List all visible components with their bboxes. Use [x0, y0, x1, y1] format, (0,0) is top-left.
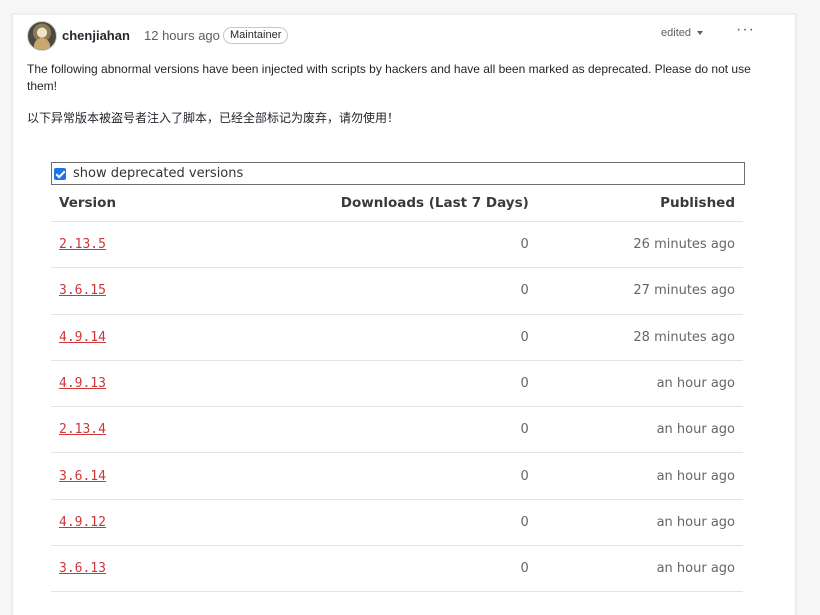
avatar[interactable]	[27, 21, 57, 51]
version-link[interactable]: 2.13.4	[59, 422, 106, 437]
comment-timestamp[interactable]: 12 hours ago	[144, 28, 220, 43]
versions-panel: show deprecated versions Version Downloa…	[51, 162, 745, 593]
table-row: 2.13.5 0 26 minutes ago	[51, 221, 743, 269]
table-row: 4.9.12 0 an hour ago	[51, 499, 743, 547]
downloads-cell: 0	[179, 452, 537, 500]
downloads-cell: 0	[179, 314, 537, 361]
downloads-cell: 0	[179, 267, 537, 315]
downloads-cell: 0	[179, 545, 537, 593]
downloads-cell: 0	[179, 360, 537, 408]
comment-header: chenjiahan 12 hours ago Maintainer edite…	[27, 19, 777, 51]
table-header-row: Version Downloads (Last 7 Days) Publishe…	[51, 185, 743, 222]
chevron-down-icon	[697, 31, 703, 36]
column-header-version: Version	[51, 185, 180, 222]
column-header-published: Published	[536, 185, 743, 222]
downloads-cell: 0	[179, 221, 537, 269]
checkbox-checked-icon[interactable]	[54, 167, 66, 180]
published-cell: an hour ago	[536, 545, 743, 593]
comment-card: chenjiahan 12 hours ago Maintainer edite…	[12, 14, 796, 615]
maintainer-badge: Maintainer	[223, 27, 289, 44]
table-row: 3.6.14 0 an hour ago	[51, 452, 743, 500]
published-cell: 27 minutes ago	[536, 267, 743, 315]
version-link[interactable]: 4.9.14	[59, 330, 106, 345]
published-cell: 28 minutes ago	[536, 314, 743, 361]
table-row: 3.6.13 0 an hour ago	[51, 545, 743, 593]
version-link[interactable]: 4.9.13	[59, 376, 106, 391]
comment-message-zh: 以下异常版本被盗号者注入了脚本，已经全部标记为废弃，请勿使用！	[27, 111, 400, 125]
downloads-cell: 0	[179, 406, 537, 454]
published-cell: an hour ago	[536, 499, 743, 547]
comment-author[interactable]: chenjiahan	[62, 28, 130, 43]
edited-label: edited	[661, 27, 691, 39]
show-deprecated-label: show deprecated versions	[73, 166, 244, 181]
published-cell: an hour ago	[536, 452, 743, 500]
table-row: 3.6.15 0 27 minutes ago	[51, 267, 743, 315]
version-link[interactable]: 3.6.14	[59, 469, 106, 484]
downloads-cell: 0	[179, 499, 537, 547]
version-link[interactable]: 3.6.13	[59, 561, 106, 576]
table-row: 4.9.13 0 an hour ago	[51, 360, 743, 408]
table-row: 2.13.4 0 an hour ago	[51, 406, 743, 454]
versions-table: Version Downloads (Last 7 Days) Publishe…	[51, 185, 743, 593]
version-link[interactable]: 3.6.15	[59, 283, 106, 298]
more-options-button[interactable]: ···	[736, 21, 755, 39]
comment-message-en: The following abnormal versions have bee…	[27, 62, 751, 93]
column-header-downloads: Downloads (Last 7 Days)	[179, 185, 537, 222]
published-cell: an hour ago	[536, 406, 743, 454]
version-link[interactable]: 2.13.5	[59, 237, 106, 252]
published-cell: an hour ago	[536, 360, 743, 408]
edited-dropdown[interactable]: edited	[661, 27, 703, 39]
show-deprecated-toggle[interactable]: show deprecated versions	[51, 162, 745, 185]
published-cell: 26 minutes ago	[536, 221, 743, 269]
version-link[interactable]: 4.9.12	[59, 515, 106, 530]
table-row: 4.9.14 0 28 minutes ago	[51, 314, 743, 361]
